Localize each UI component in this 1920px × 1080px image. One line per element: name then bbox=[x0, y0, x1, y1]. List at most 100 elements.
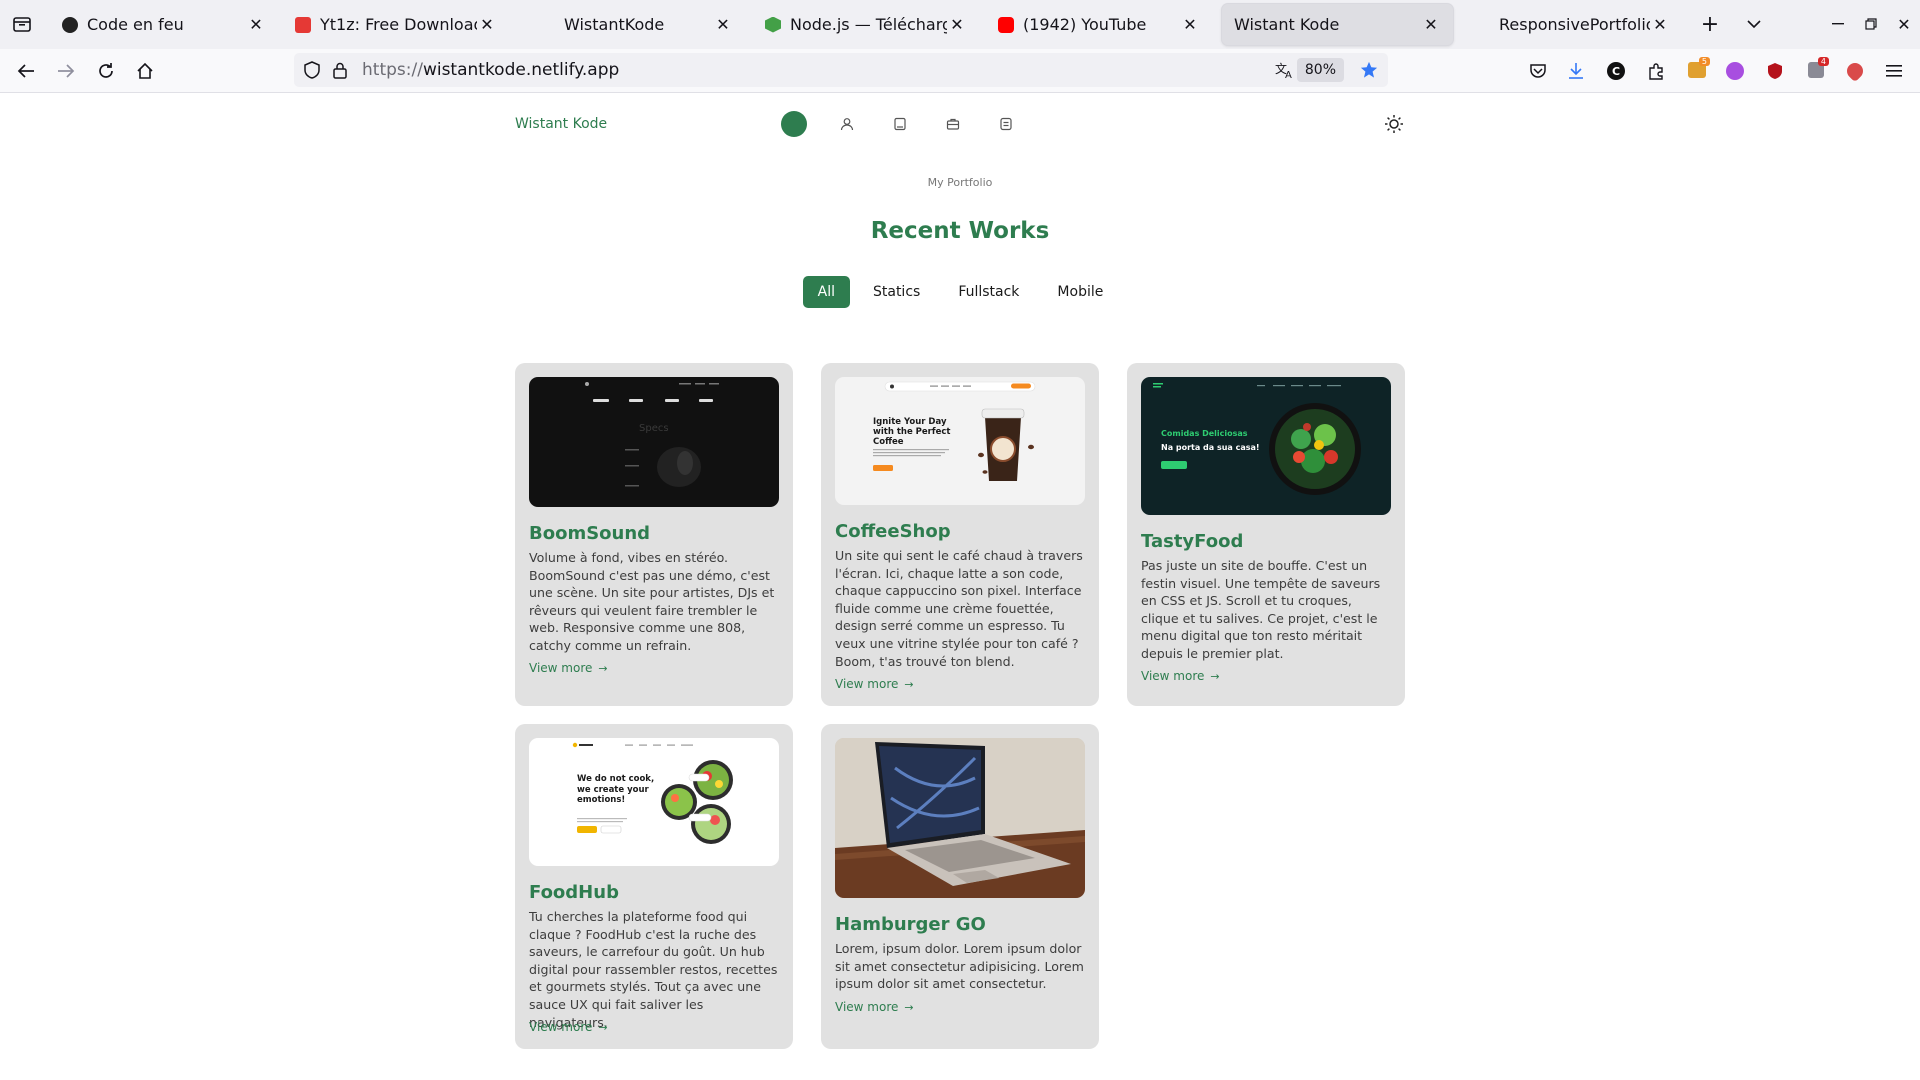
tab-list-icon[interactable] bbox=[8, 10, 36, 38]
project-card-foodhub: We do not cook, we create your emotions!… bbox=[515, 724, 793, 1049]
user-icon[interactable] bbox=[838, 115, 856, 133]
browser-navigation-bar: https://wistantkode.netlify.app 文A 80% C… bbox=[0, 49, 1920, 93]
close-tab-icon[interactable]: ✕ bbox=[947, 15, 967, 35]
ublock-shield-icon[interactable] bbox=[1763, 59, 1787, 83]
arrow-right-icon: → bbox=[1210, 670, 1220, 683]
project-title: BoomSound bbox=[529, 523, 651, 544]
tab-code-en-feu[interactable]: Code en feu ✕ bbox=[50, 4, 278, 45]
message-icon[interactable] bbox=[997, 115, 1015, 133]
home-icon[interactable] bbox=[133, 59, 157, 83]
section-title: Recent Works bbox=[870, 218, 1050, 244]
nodejs-favicon-icon bbox=[765, 16, 781, 33]
project-description: Pas juste un site de bouffe. C'est un fe… bbox=[1141, 558, 1381, 661]
svg-text:A: A bbox=[1285, 70, 1292, 79]
close-tab-icon[interactable]: ✕ bbox=[1650, 15, 1670, 35]
close-window-icon[interactable]: ✕ bbox=[1892, 12, 1916, 36]
view-more-link[interactable]: View more → bbox=[529, 1020, 608, 1034]
close-tab-icon[interactable]: ✕ bbox=[477, 15, 497, 35]
url-text[interactable]: https://wistantkode.netlify.app bbox=[362, 60, 619, 80]
filter-fullstack[interactable]: Fullstack bbox=[943, 276, 1034, 308]
project-card-coffeeshop: Ignite Your Day with the Perfect Coffee … bbox=[821, 363, 1099, 706]
boomsound-thumbnail[interactable]: Specs bbox=[529, 377, 779, 507]
snowflake-extension-icon[interactable] bbox=[1723, 59, 1747, 83]
download-favicon-icon bbox=[295, 16, 311, 33]
close-tab-icon[interactable]: ✕ bbox=[1421, 15, 1441, 35]
close-tab-icon[interactable]: ✕ bbox=[1180, 15, 1200, 35]
document-icon[interactable] bbox=[891, 115, 909, 133]
foodhub-thumbnail[interactable]: We do not cook, we create your emotions! bbox=[529, 738, 779, 866]
project-description: Lorem, ipsum dolor. Lorem ipsum dolor si… bbox=[835, 941, 1084, 992]
arrow-right-icon: → bbox=[904, 678, 914, 691]
tab-title: (1942) YouTube bbox=[1023, 15, 1147, 34]
view-more-label: View more bbox=[1141, 669, 1205, 683]
view-more-link[interactable]: View more → bbox=[835, 1000, 914, 1014]
url-protocol: https:// bbox=[362, 60, 423, 80]
filter-all[interactable]: All bbox=[802, 276, 850, 308]
tastyfood-thumb-heading: Comidas Deliciosas bbox=[1161, 429, 1248, 438]
chevron-down-icon[interactable] bbox=[1742, 12, 1766, 36]
lock-icon[interactable] bbox=[330, 60, 350, 80]
project-description: Tu cherches la plateforme food qui claqu… bbox=[529, 909, 778, 1030]
url-host: wistantkode.netlify.app bbox=[422, 60, 620, 80]
bookmark-star-icon[interactable] bbox=[1358, 59, 1380, 81]
project-card-tastyfood: Comidas Deliciosas Na porta da sua casa!… bbox=[1127, 363, 1405, 706]
pocket-icon[interactable] bbox=[1526, 59, 1550, 83]
hamburger-go-thumbnail[interactable] bbox=[835, 738, 1085, 898]
tab-title: Wistant Kode bbox=[1234, 15, 1340, 34]
view-more-label: View more bbox=[835, 677, 899, 691]
arrow-right-icon: → bbox=[598, 1021, 608, 1034]
forward-icon[interactable] bbox=[54, 59, 78, 83]
extension-badge-icon[interactable]: 5 bbox=[1684, 57, 1710, 83]
minimize-icon[interactable] bbox=[1826, 12, 1850, 36]
tab-responsive-portfolio[interactable]: ResponsivePortfolio/hom ✕ bbox=[1462, 4, 1682, 45]
tastyfood-thumb-subheading: Na porta da sua casa! bbox=[1161, 443, 1260, 452]
code-en-feu-favicon-icon bbox=[62, 16, 78, 33]
tab-title: Node.js — Télécharger N bbox=[790, 15, 947, 34]
briefcase-icon[interactable] bbox=[944, 115, 962, 133]
close-tab-icon[interactable]: ✕ bbox=[246, 15, 266, 35]
project-card-boomsound: Specs BoomSound Volume à fond, vibes en … bbox=[515, 363, 793, 706]
browser-tab-bar: Code en feu ✕ Yt1z: Free Download Vid ✕ … bbox=[0, 0, 1920, 49]
tab-title: Code en feu bbox=[87, 15, 184, 34]
translate-icon[interactable]: 文A bbox=[1274, 59, 1296, 81]
tastyfood-thumbnail[interactable]: Comidas Deliciosas Na porta da sua casa! bbox=[1141, 377, 1391, 515]
tab-title: Yt1z: Free Download Vid bbox=[320, 15, 477, 34]
url-bar[interactable]: https://wistantkode.netlify.app 文A 80% bbox=[294, 53, 1388, 87]
new-tab-icon[interactable]: + bbox=[1698, 12, 1722, 37]
view-more-label: View more bbox=[529, 1020, 593, 1034]
page-favicon-icon bbox=[539, 17, 555, 33]
tab-wistantkode[interactable]: WistantKode ✕ bbox=[527, 4, 745, 45]
heart-extension-icon[interactable] bbox=[1843, 59, 1867, 83]
coffeeshop-thumbnail[interactable]: Ignite Your Day with the Perfect Coffee bbox=[835, 377, 1085, 505]
reload-icon[interactable] bbox=[94, 59, 118, 83]
youtube-favicon-icon bbox=[998, 16, 1014, 33]
sun-theme-toggle-icon[interactable] bbox=[1383, 113, 1405, 135]
coffeeshop-thumb-heading: Ignite Your Day with the Perfect Coffee bbox=[873, 417, 951, 447]
tab-youtube[interactable]: (1942) YouTube ✕ bbox=[986, 4, 1212, 45]
project-title: Hamburger GO bbox=[835, 914, 986, 935]
close-tab-icon[interactable]: ✕ bbox=[713, 15, 733, 35]
view-more-link[interactable]: View more → bbox=[1141, 669, 1220, 683]
project-title: TastyFood bbox=[1141, 531, 1244, 552]
site-logo[interactable]: Wistant Kode bbox=[515, 116, 607, 132]
view-more-link[interactable]: View more → bbox=[529, 661, 608, 675]
tab-wistant-kode-active[interactable]: Wistant Kode ✕ bbox=[1222, 4, 1453, 45]
zoom-level-badge[interactable]: 80% bbox=[1296, 58, 1344, 82]
restore-icon[interactable] bbox=[1859, 12, 1883, 36]
extensions-puzzle-icon[interactable] bbox=[1644, 59, 1668, 83]
back-icon[interactable] bbox=[14, 59, 38, 83]
project-filters: All Statics Fullstack Mobile bbox=[0, 276, 1920, 308]
view-more-link[interactable]: View more → bbox=[835, 677, 914, 691]
menu-hamburger-icon[interactable] bbox=[1882, 59, 1906, 83]
filter-statics[interactable]: Statics bbox=[858, 276, 935, 308]
project-title: FoodHub bbox=[529, 882, 619, 903]
filter-mobile[interactable]: Mobile bbox=[1042, 276, 1118, 308]
shield-icon[interactable] bbox=[302, 60, 322, 80]
tab-yt1z[interactable]: Yt1z: Free Download Vid ✕ bbox=[283, 4, 509, 45]
notification-extension-icon[interactable]: 4 bbox=[1803, 57, 1829, 83]
download-icon[interactable] bbox=[1564, 59, 1588, 83]
copyright-extension-icon[interactable]: C bbox=[1604, 59, 1628, 83]
view-more-label: View more bbox=[529, 661, 593, 675]
home-nav-icon[interactable] bbox=[781, 111, 807, 137]
tab-nodejs[interactable]: Node.js — Télécharger N ✕ bbox=[753, 4, 979, 45]
